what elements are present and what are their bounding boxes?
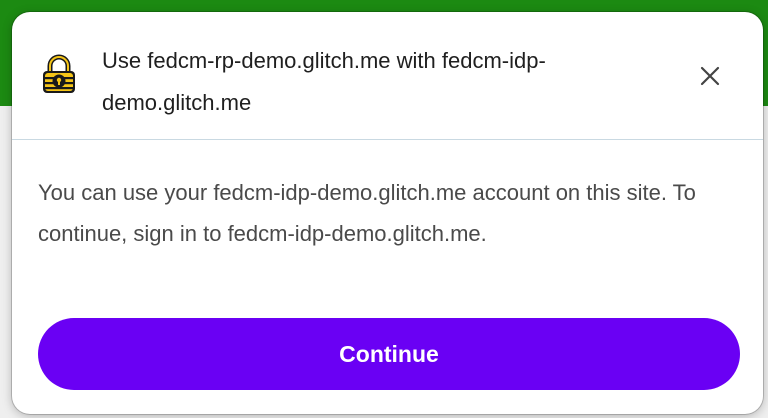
idp-lock-logo-icon xyxy=(37,52,81,96)
fedcm-dialog: Use fedcm-rp-demo.glitch.me with fedcm-i… xyxy=(12,12,763,414)
dialog-title: Use fedcm-rp-demo.glitch.me with fedcm-i… xyxy=(102,48,546,115)
close-button[interactable] xyxy=(692,60,728,92)
close-icon xyxy=(700,66,720,86)
continue-button[interactable]: Continue xyxy=(38,318,740,390)
dialog-description: You can use your fedcm-idp-demo.glitch.m… xyxy=(38,180,696,246)
dialog-header: Use fedcm-rp-demo.glitch.me with fedcm-i… xyxy=(12,12,763,140)
